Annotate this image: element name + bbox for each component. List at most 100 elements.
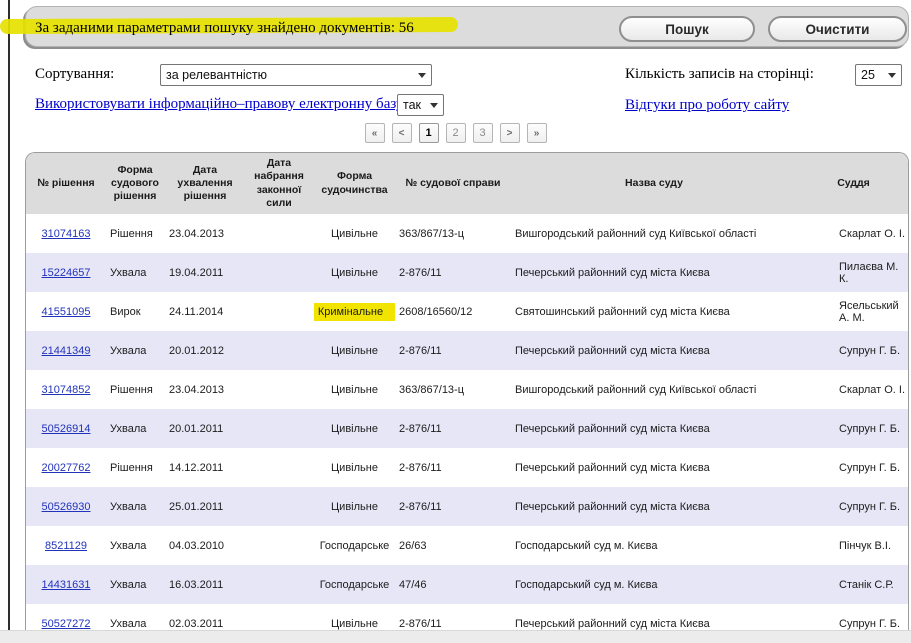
cell-id: 8521129 bbox=[26, 526, 106, 565]
chevron-down-icon bbox=[888, 73, 896, 78]
legal-base-link[interactable]: Використовувати інформаційно–правову еле… bbox=[35, 96, 407, 113]
cell-id: 50526930 bbox=[26, 487, 106, 526]
cell-date: 20.01.2012 bbox=[164, 331, 246, 370]
table-row: 31074163Рішення23.04.2013Цивільне363/867… bbox=[26, 214, 908, 253]
table-row: 50526914Ухвала20.01.2011Цивільне2-876/11… bbox=[26, 409, 908, 448]
decision-number-link[interactable]: 50526930 bbox=[42, 501, 91, 513]
sort-select-value: за релевантністю bbox=[166, 68, 267, 82]
cell-id: 20027762 bbox=[26, 448, 106, 487]
cell-form: Вирок bbox=[106, 292, 164, 331]
cell-id: 31074163 bbox=[26, 214, 106, 253]
cell-id: 31074852 bbox=[26, 370, 106, 409]
column-header: Суддя bbox=[799, 153, 908, 214]
decision-number-link[interactable]: 31074163 bbox=[42, 228, 91, 240]
column-header: Назва суду bbox=[509, 153, 799, 214]
decision-number-link[interactable]: 21441349 bbox=[42, 345, 91, 357]
cell-date: 14.12.2011 bbox=[164, 448, 246, 487]
cell-legal_force_date bbox=[246, 253, 312, 292]
cell-legal_force_date bbox=[246, 487, 312, 526]
cell-legal_force_date bbox=[246, 370, 312, 409]
cell-judge: Скарлат О. І. bbox=[799, 214, 908, 253]
cell-court: Господарський суд м. Києва bbox=[509, 565, 799, 604]
clear-button[interactable]: Очистити bbox=[768, 16, 907, 42]
cell-id: 14431631 bbox=[26, 565, 106, 604]
cell-case_no: 363/867/13-ц bbox=[397, 214, 509, 253]
pagination-button[interactable]: 2 bbox=[446, 123, 466, 143]
feedback-link[interactable]: Відгуки про роботу сайту bbox=[625, 97, 789, 114]
decision-number-link[interactable]: 20027762 bbox=[42, 462, 91, 474]
decision-number-link[interactable]: 8521129 bbox=[45, 540, 87, 552]
per-page-select[interactable]: 25 bbox=[855, 64, 902, 86]
table-row: 20027762Рішення14.12.2011Цивільне2-876/1… bbox=[26, 448, 908, 487]
decision-number-link[interactable]: 14431631 bbox=[42, 579, 91, 591]
pagination-button[interactable]: < bbox=[392, 123, 412, 143]
cell-date: 19.04.2011 bbox=[164, 253, 246, 292]
cell-court: Вишгородський районний суд Київської обл… bbox=[509, 370, 799, 409]
cell-proceeding: Цивільне bbox=[312, 331, 397, 370]
cell-form: Рішення bbox=[106, 370, 164, 409]
table-row: 15224657Ухвала19.04.2011Цивільне2-876/11… bbox=[26, 253, 908, 292]
column-header: № рішення bbox=[26, 153, 106, 214]
cell-date: 20.01.2011 bbox=[164, 409, 246, 448]
cell-form: Рішення bbox=[106, 448, 164, 487]
cell-case_no: 2-876/11 bbox=[397, 448, 509, 487]
pagination-button[interactable]: > bbox=[500, 123, 520, 143]
table-row: 8521129Ухвала04.03.2010Господарське26/63… bbox=[26, 526, 908, 565]
table-row: 41551095 Вирок24.11.2014 Кримінальне2608/1… bbox=[26, 292, 908, 331]
cell-form: Ухвала bbox=[106, 331, 164, 370]
legal-base-select-value: так bbox=[403, 98, 421, 112]
cell-proceeding: Цивільне bbox=[312, 370, 397, 409]
decision-number-link[interactable]: 15224657 bbox=[42, 267, 91, 279]
highlighted-proceeding: Кримінальне bbox=[314, 303, 395, 321]
cell-form: Ухвала bbox=[106, 526, 164, 565]
cell-judge: Супрун Г. Б. bbox=[799, 448, 908, 487]
cell-court: Печерський районний суд міста Києва bbox=[509, 487, 799, 526]
cell-proceeding: Кримінальне bbox=[312, 292, 397, 331]
cell-legal_force_date bbox=[246, 565, 312, 604]
results-table: № рішенняФорма судового рішенняДата ухва… bbox=[25, 152, 909, 643]
cell-judge: Супрун Г. Б. bbox=[799, 409, 908, 448]
chevron-down-icon bbox=[430, 103, 438, 108]
sort-select[interactable]: за релевантністю bbox=[160, 64, 432, 86]
decision-number-link[interactable]: 41551095 bbox=[42, 306, 91, 318]
cell-judge: Супрун Г. Б. bbox=[799, 331, 908, 370]
table-body: 31074163Рішення23.04.2013Цивільне363/867… bbox=[26, 214, 908, 643]
results-count-text: За заданими параметрами пошуку знайдено … bbox=[35, 20, 414, 37]
cell-court: Вишгородський районний суд Київської обл… bbox=[509, 214, 799, 253]
cell-form: Рішення bbox=[106, 214, 164, 253]
cell-court: Печерський районний суд міста Києва bbox=[509, 253, 799, 292]
legal-base-select[interactable]: так bbox=[397, 94, 444, 116]
decision-number-link[interactable]: 50527272 bbox=[42, 618, 91, 630]
cell-date: 23.04.2013 bbox=[164, 370, 246, 409]
decision-number-link[interactable]: 50526914 bbox=[42, 423, 91, 435]
cell-case_no: 2608/16560/12 bbox=[397, 292, 509, 331]
bottom-scroll-track bbox=[0, 630, 911, 643]
cell-case_no: 2-876/11 bbox=[397, 409, 509, 448]
legal-base-link-text: Використовувати інформаційно–правову еле… bbox=[35, 96, 403, 112]
cell-judge: Пилаєва М. К. bbox=[799, 253, 908, 292]
cell-proceeding: Цивільне bbox=[312, 214, 397, 253]
table-header-row: № рішенняФорма судового рішенняДата ухва… bbox=[26, 153, 908, 214]
pagination-button[interactable]: 1 bbox=[419, 123, 439, 143]
cell-form: Ухвала bbox=[106, 487, 164, 526]
per-page-select-value: 25 bbox=[861, 68, 875, 82]
search-button[interactable]: Пошук bbox=[619, 16, 755, 42]
cell-court: Печерський районний суд міста Києва bbox=[509, 331, 799, 370]
pagination-button[interactable]: 3 bbox=[473, 123, 493, 143]
table-row: 14431631Ухвала16.03.2011Господарське47/4… bbox=[26, 565, 908, 604]
pagination-button[interactable]: « bbox=[365, 123, 385, 143]
cell-case_no: 363/867/13-ц bbox=[397, 370, 509, 409]
pagination-button[interactable]: » bbox=[527, 123, 547, 143]
cell-form: Ухвала bbox=[106, 409, 164, 448]
cell-date: 24.11.2014 bbox=[164, 292, 246, 331]
cell-court: Господарський суд м. Києва bbox=[509, 526, 799, 565]
cell-form: Ухвала bbox=[106, 253, 164, 292]
cell-judge: Пінчук В.І. bbox=[799, 526, 908, 565]
cell-date: 16.03.2011 bbox=[164, 565, 246, 604]
cell-legal_force_date bbox=[246, 214, 312, 253]
cell-judge: Скарлат О. І. bbox=[799, 370, 908, 409]
table-row: 31074852 Рішення23.04.2013 Цивільне363/867… bbox=[26, 370, 908, 409]
decision-number-link[interactable]: 31074852 bbox=[42, 384, 91, 396]
sort-label: Сортування: bbox=[35, 66, 114, 83]
cell-proceeding: Цивільне bbox=[312, 487, 397, 526]
